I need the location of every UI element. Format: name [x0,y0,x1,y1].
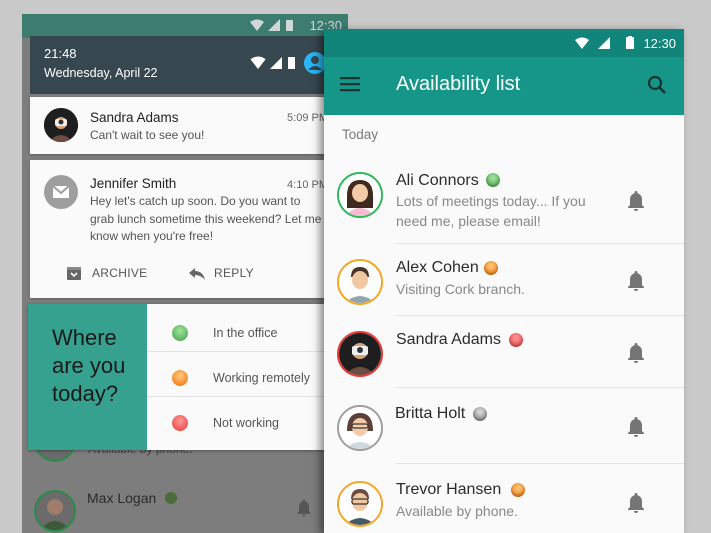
contact-name: Britta Holt [395,405,466,422]
notification-time: 4:10 PM [287,179,328,191]
avatar [337,259,383,305]
notification-body: Can't wait to see you! [90,128,205,142]
option-label: Working remotely [213,371,311,385]
battery-icon [626,36,634,52]
status-bar: 12:30 [22,14,348,38]
wifi-icon [250,19,264,34]
account-icon[interactable] [304,52,326,79]
contact-name: Max Logan [87,490,157,506]
avatar [337,481,383,527]
option-working-remotely[interactable]: Working remotely [147,353,324,397]
bell-icon [294,498,314,523]
divider [396,315,684,316]
avatar [337,331,383,377]
archive-button[interactable]: ARCHIVE [67,266,148,280]
reply-button[interactable]: REPLY [189,266,254,280]
status-bar: 12:30 [324,29,684,57]
contact-status: Visiting Cork branch. [396,281,525,297]
notification-time: 5:09 PM [287,112,328,124]
right-phone-screen: 12:30 Availability list Today Ali Connor… [324,29,684,533]
battery-icon [286,19,293,34]
where-are-you-card: Where are you today? In the office Worki… [28,304,324,450]
bell-icon[interactable] [624,341,648,370]
notification-sandra[interactable]: Sandra Adams 5:09 PM Can't wait to see y… [30,97,334,154]
divider [396,387,684,388]
notification-body: Hey let's catch up soon. Do you want to … [90,194,322,243]
status-dot-red [172,415,188,431]
status-dot [484,261,498,275]
contact-name: Alex Cohen [396,259,479,276]
shade-date: Wednesday, April 22 [44,66,158,80]
wifi-icon [250,56,266,74]
option-label: In the office [213,326,278,340]
search-icon[interactable] [646,74,668,101]
avatar [337,172,383,218]
status-time: 12:30 [643,36,676,51]
menu-icon[interactable] [340,76,360,97]
option-not-working[interactable]: Not working [147,398,324,442]
bell-icon[interactable] [624,491,648,520]
option-label: Not working [213,416,279,430]
contact-name: Sandra Adams [396,331,501,348]
notification-shade-header: 21:48 Wednesday, April 22 [30,36,334,94]
archive-label: ARCHIVE [92,266,148,280]
avatar [44,108,78,142]
divider [396,463,684,464]
avatar [337,405,383,451]
status-dot-green [172,325,188,341]
section-header: Today [342,127,379,142]
signal-icon [268,19,280,34]
contact-name: Trevor Hansen [396,481,502,498]
notification-jennifer[interactable]: Jennifer Smith 4:10 PM Hey let's catch u… [30,160,334,298]
battery-icon [288,56,295,74]
archive-icon [67,267,81,280]
bell-icon[interactable] [624,189,648,218]
reply-label: REPLY [214,266,254,280]
notification-title: Jennifer Smith [90,176,177,191]
status-dot [473,407,487,421]
status-dot-orange [172,370,188,386]
where-prompt-panel: Where are you today? [28,304,147,450]
page-title: Availability list [396,73,521,95]
contact-status: Available by phone. [396,503,518,519]
option-in-office[interactable]: In the office [147,308,324,352]
contact-name: Ali Connors [396,172,479,189]
mail-icon [44,175,78,209]
signal-icon [270,56,282,74]
notification-title: Sandra Adams [90,110,179,125]
signal-icon [598,37,610,52]
status-dot [509,333,523,347]
reply-icon [189,268,205,280]
shade-time: 21:48 [44,46,77,61]
wifi-icon [575,37,589,52]
app-bar: Availability list [324,57,684,115]
status-dot [511,483,525,497]
status-dot [165,492,177,504]
bell-icon[interactable] [624,269,648,298]
avatar [34,490,76,532]
status-dot [486,173,500,187]
bell-icon[interactable] [624,415,648,444]
divider [396,243,684,244]
where-prompt: Where are you today? [52,325,126,406]
contact-status: Lots of meetings today... If you need me… [396,193,586,229]
